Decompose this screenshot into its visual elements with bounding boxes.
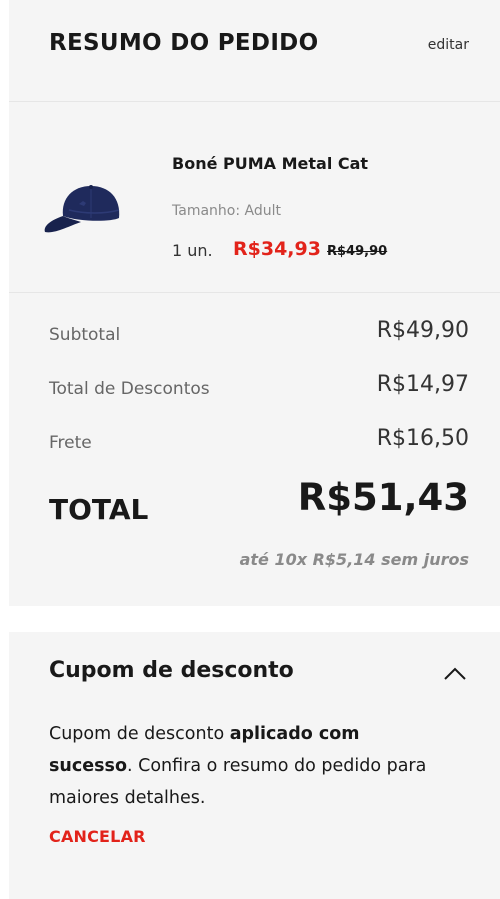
- product-quantity: 1 un.: [172, 241, 213, 260]
- cancel-coupon-button[interactable]: CANCELAR: [49, 827, 146, 846]
- order-summary-panel: RESUMO DO PEDIDO editar Boné PUMA Metal …: [9, 0, 500, 606]
- divider: [9, 101, 500, 102]
- product-size: Tamanho: Adult: [172, 203, 281, 219]
- cap-icon: [44, 185, 120, 233]
- edit-link[interactable]: editar: [428, 37, 469, 53]
- product-name[interactable]: Boné PUMA Metal Cat: [172, 154, 368, 173]
- coupon-title[interactable]: Cupom de desconto: [49, 658, 294, 683]
- product-sale-price: R$34,93: [233, 238, 321, 260]
- product-image[interactable]: [39, 160, 131, 264]
- subtotal-value: R$49,90: [376, 318, 469, 343]
- shipping-label: Frete: [49, 433, 92, 453]
- total-label: TOTAL: [49, 493, 149, 526]
- total-value: R$51,43: [297, 476, 469, 519]
- product-original-price: R$49,90: [327, 244, 388, 259]
- installments-text: até 10x R$5,14 sem juros: [239, 550, 469, 569]
- divider: [9, 292, 500, 293]
- coupon-success-message: Cupom de desconto aplicado com sucesso. …: [49, 724, 427, 808]
- discounts-label: Total de Descontos: [49, 379, 210, 399]
- coupon-panel: Cupom de desconto Cupom de desconto apli…: [9, 632, 500, 899]
- order-summary-title: RESUMO DO PEDIDO: [49, 30, 319, 56]
- chevron-up-icon[interactable]: [440, 664, 470, 684]
- discounts-value: R$14,97: [376, 372, 469, 397]
- shipping-value: R$16,50: [376, 426, 469, 451]
- subtotal-label: Subtotal: [49, 325, 121, 345]
